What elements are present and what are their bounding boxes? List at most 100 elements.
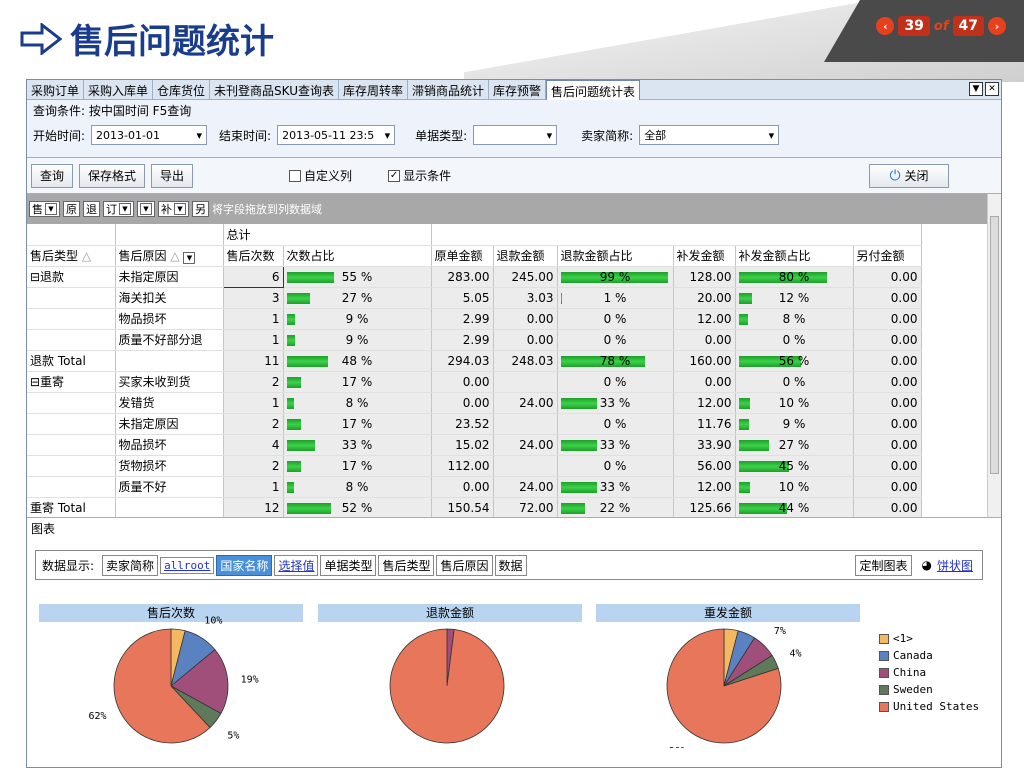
count-cell: 1 bbox=[223, 476, 284, 498]
allroot-chip[interactable]: allroot bbox=[160, 556, 215, 574]
vertical-scrollbar[interactable] bbox=[987, 194, 1001, 517]
row-header-reason[interactable]: 售后原因 △ ▼ bbox=[115, 245, 224, 267]
tab-warehouse-location[interactable]: 仓库货位 bbox=[153, 80, 211, 100]
field-chip[interactable]: 订 ▼ bbox=[103, 201, 134, 217]
save-format-button[interactable]: 保存格式 bbox=[79, 163, 146, 188]
power-icon: ⏻ bbox=[889, 167, 901, 184]
refund-amount-cell: 0.00 bbox=[493, 329, 558, 351]
legend-swatch bbox=[879, 650, 889, 661]
percent-value: 0 % bbox=[782, 332, 806, 347]
legend-swatch bbox=[879, 633, 889, 644]
doctype-select[interactable]: ▾ bbox=[473, 125, 558, 145]
after-sales-type: 退款 Total bbox=[27, 350, 116, 372]
col-header[interactable]: 另付金额 bbox=[853, 245, 922, 267]
col-header[interactable]: 退款金额 bbox=[493, 245, 558, 267]
field-chip[interactable]: 补 ▼ bbox=[158, 201, 189, 217]
pie-chart-icon: ◕ bbox=[921, 558, 932, 572]
tab-inventory-turnover[interactable]: 库存周转率 bbox=[339, 80, 409, 100]
field-chip-label: 补 bbox=[161, 203, 172, 216]
custom-column-checkbox[interactable]: 自定义列 bbox=[289, 167, 352, 184]
percent-cell: 1 % bbox=[557, 287, 674, 309]
percent-cell: 52 % bbox=[283, 497, 432, 517]
orig-amount-cell: 0.00 bbox=[431, 392, 494, 414]
data-chip[interactable]: 数据 bbox=[494, 554, 527, 576]
chevron-down-icon: ▾ bbox=[196, 128, 203, 142]
seller-chip[interactable]: 卖家简称 bbox=[102, 554, 159, 576]
next-page-icon[interactable]: › bbox=[988, 17, 1006, 35]
pie-slice bbox=[113, 628, 211, 744]
after-sales-type bbox=[27, 329, 116, 351]
percent-cell: 17 % bbox=[283, 413, 432, 435]
legend-item: United States bbox=[879, 698, 979, 715]
close-icon[interactable]: ✕ bbox=[985, 82, 999, 96]
orig-amount-cell: 0.00 bbox=[431, 371, 494, 393]
row-header-type[interactable]: 售后类型 △ bbox=[27, 245, 116, 267]
pie-chart-link[interactable]: 饼状图 bbox=[933, 555, 976, 575]
doctype-chip[interactable]: 单据类型 bbox=[320, 554, 377, 576]
percent-value: 8 % bbox=[345, 479, 369, 494]
orig-amount-cell: 150.54 bbox=[431, 497, 494, 517]
percent-cell: 8 % bbox=[283, 476, 432, 498]
export-button[interactable]: 导出 bbox=[151, 163, 194, 188]
chevron-down-icon: ▼ bbox=[174, 203, 186, 215]
col-header[interactable]: 次数占比 bbox=[283, 245, 432, 267]
field-chip[interactable]: ▼ bbox=[137, 201, 155, 217]
after-sales-type: ⊟重寄 bbox=[27, 371, 116, 393]
after-sales-type-chip[interactable]: 售后类型 bbox=[378, 554, 435, 576]
scrollbar-thumb[interactable] bbox=[990, 216, 999, 474]
toolbar: 查询 保存格式 导出 自定义列 ✓ 显示条件 ⏻ 关闭 bbox=[27, 158, 1001, 194]
pie-slice bbox=[723, 630, 756, 687]
col-header[interactable]: 退款金额占比 bbox=[557, 245, 674, 267]
seller-select[interactable]: 全部 ▾ bbox=[639, 125, 780, 145]
column-header-row: 售后类型 △ 售后原因 △ ▼ 售后次数 次数占比 原单金额 退款金额 退款金额… bbox=[27, 245, 922, 267]
tab-stock-alert[interactable]: 库存预警 bbox=[489, 80, 547, 100]
percent-cell: 99 % bbox=[557, 266, 674, 288]
chevron-down-icon: ▾ bbox=[546, 128, 553, 142]
tab-purchase-inbound[interactable]: 采购入库单 bbox=[84, 80, 154, 100]
tab-slow-moving[interactable]: 滞销商品统计 bbox=[408, 80, 490, 100]
tab-after-sales[interactable]: 售后问题统计表 bbox=[546, 80, 641, 100]
start-time-label: 开始时间: bbox=[33, 128, 86, 143]
col-header[interactable]: 补发金额占比 bbox=[735, 245, 854, 267]
field-chip[interactable]: 另 bbox=[192, 201, 209, 217]
after-sales-type: ⊟退款 bbox=[27, 266, 116, 288]
field-chip[interactable]: 原 bbox=[63, 201, 80, 217]
pivot-field-bar: 售 ▼ 原 退 订 ▼ ▼ 补 ▼ 另 将字段拖放到列数据域 bbox=[27, 194, 1001, 224]
col-header[interactable]: 原单金额 bbox=[431, 245, 494, 267]
pie-slice bbox=[723, 628, 739, 687]
percent-value: 44 % bbox=[778, 500, 810, 515]
after-sales-type bbox=[27, 413, 116, 435]
after-sales-reason-chip[interactable]: 售后原因 bbox=[436, 554, 493, 576]
field-chip[interactable]: 售 ▼ bbox=[29, 201, 60, 217]
table-row: ⊟重寄 买家未收到货 2 17 % 0.00 0 % 0.00 0 % 0.00 bbox=[27, 371, 922, 393]
custom-chart-button[interactable]: 定制图表 bbox=[855, 554, 912, 576]
query-button[interactable]: 查询 bbox=[31, 163, 74, 188]
pie-slice-label: 80% bbox=[669, 746, 687, 748]
count-cell: 11 bbox=[223, 350, 284, 372]
seller-label: 卖家简称: bbox=[581, 128, 634, 143]
percent-cell: 0 % bbox=[557, 413, 674, 435]
tab-unlisted-sku[interactable]: 未刊登商品SKU查询表 bbox=[210, 80, 339, 100]
end-time-field[interactable]: 2013-05-11 23:5 ▾ bbox=[277, 125, 396, 145]
after-sales-reason: 未指定原因 bbox=[115, 413, 224, 435]
field-chip[interactable]: 退 bbox=[83, 201, 100, 217]
table-row: 发错货 1 8 % 0.00 24.00 33 % 12.00 10 % 0.00 bbox=[27, 392, 922, 414]
total-row: 退款 Total 11 48 % 294.03 248.03 78 % 160.00 56 %… bbox=[27, 350, 922, 372]
refund-amount-cell bbox=[493, 455, 558, 477]
show-conditions-checkbox[interactable]: ✓ 显示条件 bbox=[388, 167, 451, 184]
percent-cell: 17 % bbox=[283, 455, 432, 477]
tab-purchase-order[interactable]: 采购订单 bbox=[27, 80, 85, 100]
prev-page-icon[interactable]: ‹ bbox=[876, 17, 895, 35]
total-row: 重寄 Total 12 52 % 150.54 72.00 22 % 125.66 44 % 0… bbox=[27, 497, 922, 517]
start-time-field[interactable]: 2013-01-01 ▾ bbox=[91, 125, 208, 145]
close-button-label: 关闭 bbox=[904, 169, 929, 183]
country-chip[interactable]: 国家名称 bbox=[216, 554, 273, 576]
percent-value: 10 % bbox=[778, 395, 810, 410]
slide-title-text: 售后问题统计 bbox=[70, 22, 274, 62]
select-value-chip[interactable]: 选择值 bbox=[274, 554, 319, 576]
col-header[interactable]: 售后次数 bbox=[223, 245, 284, 267]
close-button[interactable]: ⏻ 关闭 bbox=[869, 163, 949, 188]
col-header[interactable]: 补发金额 bbox=[673, 245, 736, 267]
dropdown-icon[interactable]: ▼ bbox=[969, 82, 983, 96]
percent-value: 9 % bbox=[782, 416, 806, 431]
